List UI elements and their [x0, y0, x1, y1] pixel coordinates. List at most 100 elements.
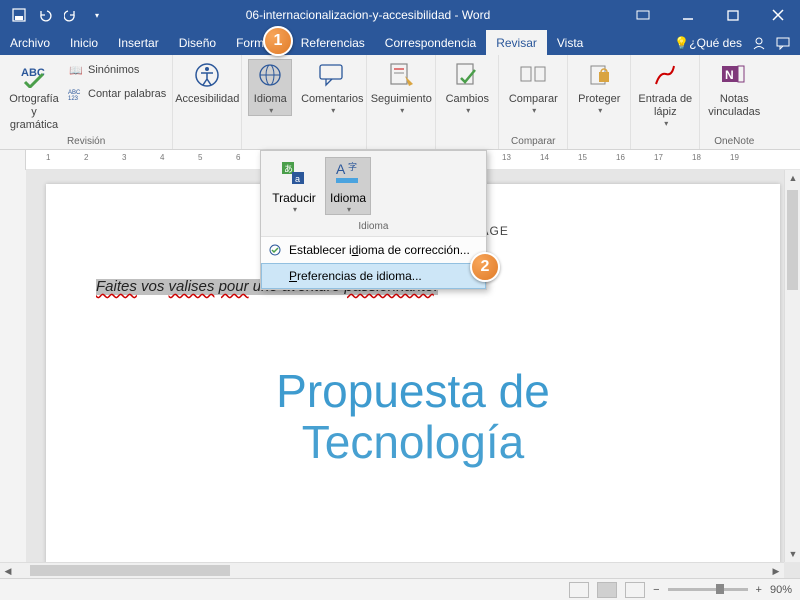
tab-referencias[interactable]: Referencias — [291, 30, 375, 55]
comments-pane-icon[interactable] — [776, 36, 790, 50]
callout-2: 2 — [470, 252, 500, 282]
view-web-icon[interactable] — [625, 582, 645, 598]
tab-diseno[interactable]: Diseño — [169, 30, 226, 55]
group-tracking: Seguimiento — [367, 55, 436, 149]
status-bar: − + 90% — [0, 578, 800, 600]
ribbon-tabs: Archivo Inicio Insertar Diseño Formato R… — [0, 30, 800, 55]
lock-icon — [583, 59, 615, 91]
group-changes: Cambios — [436, 55, 499, 149]
popup-group-label: Idioma — [261, 221, 486, 236]
onenote-icon: N — [718, 59, 750, 91]
group-revision-label: Revisión — [67, 134, 105, 147]
svg-text:字: 字 — [348, 161, 357, 172]
proofing-icon — [267, 242, 283, 258]
zoom-in-icon[interactable]: + — [756, 584, 762, 596]
language-dropdown: あa Traducir A字 Idioma Idioma Establecer … — [260, 150, 487, 290]
close-icon[interactable] — [755, 0, 800, 30]
wordcount-icon: ABC123 — [68, 86, 84, 102]
onenote-button[interactable]: N Notas vinculadas — [706, 59, 762, 119]
view-read-icon[interactable] — [569, 582, 589, 598]
ruler-tick: 6 — [236, 153, 240, 162]
tab-archivo[interactable]: Archivo — [0, 30, 60, 55]
tab-revisar[interactable]: Revisar — [486, 30, 547, 55]
vertical-scrollbar[interactable]: ▲ ▼ — [784, 170, 800, 562]
tracking-button[interactable]: Seguimiento — [373, 59, 429, 116]
compare-icon — [517, 59, 549, 91]
share-icon[interactable] — [752, 36, 766, 50]
save-icon[interactable] — [10, 6, 28, 24]
ruler-tick: 1 — [46, 153, 50, 162]
title-bar: ▾ 06-internacionalizacion-y-accesibilida… — [0, 0, 800, 30]
group-compare-label: Comparar — [511, 134, 555, 147]
translate-button[interactable]: あa Traducir — [269, 157, 319, 215]
ruler-tick: 5 — [198, 153, 202, 162]
zoom-out-icon[interactable]: − — [653, 584, 659, 596]
undo-icon[interactable] — [36, 6, 54, 24]
tracking-label: Seguimiento — [371, 93, 432, 106]
group-comments: Comentarios — [298, 55, 367, 149]
redo-icon[interactable] — [62, 6, 80, 24]
horizontal-scrollbar[interactable]: ◀ ▶ — [0, 562, 784, 578]
svg-text:a: a — [295, 174, 300, 184]
scroll-right-icon[interactable]: ▶ — [768, 563, 784, 579]
tell-me[interactable]: 💡 ¿Qué des — [674, 36, 742, 50]
group-revision: ABC Ortografía y gramática 📖Sinónimos AB… — [0, 55, 173, 149]
window-title: 06-internacionalizacion-y-accesibilidad … — [116, 8, 620, 22]
ruler-tick: 14 — [540, 153, 549, 162]
thesaurus-icon: 📖 — [68, 62, 84, 78]
ruler-tick: 13 — [502, 153, 511, 162]
wordcount-button[interactable]: ABC123Contar palabras — [68, 83, 166, 105]
ink-label: Entrada de lápiz — [637, 93, 693, 119]
accessibility-label: Accesibilidad — [175, 93, 239, 106]
language-button[interactable]: Idioma — [248, 59, 292, 116]
view-print-icon[interactable] — [597, 582, 617, 598]
svg-text:A: A — [336, 161, 346, 177]
minimize-icon[interactable] — [665, 0, 710, 30]
ruler-tick: 19 — [730, 153, 739, 162]
scroll-left-icon[interactable]: ◀ — [0, 563, 16, 579]
compare-button[interactable]: Comparar — [505, 59, 561, 116]
language-submenu-button[interactable]: A字 Idioma — [325, 157, 371, 215]
translate-icon: あa — [278, 157, 310, 189]
accessibility-button[interactable]: Accesibilidad — [179, 59, 235, 106]
language-submenu-icon: A字 — [332, 157, 364, 189]
tracking-icon — [385, 59, 417, 91]
synonyms-button[interactable]: 📖Sinónimos — [68, 59, 166, 81]
tab-vista[interactable]: Vista — [547, 30, 593, 55]
scroll-up-icon[interactable]: ▲ — [785, 170, 800, 186]
zoom-slider[interactable] — [668, 588, 748, 591]
group-accessibility: Accesibilidad — [173, 55, 242, 149]
tab-inicio[interactable]: Inicio — [60, 30, 108, 55]
language-label: Idioma — [254, 93, 287, 106]
accessibility-icon — [191, 59, 223, 91]
group-protect: Proteger — [568, 55, 631, 149]
protect-button[interactable]: Proteger — [574, 59, 624, 116]
changes-button[interactable]: Cambios — [442, 59, 492, 116]
ruler-tick: 17 — [654, 153, 663, 162]
ruler-tick: 2 — [84, 153, 88, 162]
spelling-label: Ortografía y gramática — [6, 93, 62, 133]
qat-more-icon[interactable]: ▾ — [88, 6, 106, 24]
ruler-tick: 18 — [692, 153, 701, 162]
scroll-thumb-h[interactable] — [30, 565, 230, 576]
comments-button[interactable]: Comentarios — [304, 59, 360, 116]
spelling-icon: ABC — [18, 59, 50, 91]
compare-label: Comparar — [509, 93, 558, 106]
onenote-label: Notas vinculadas — [706, 93, 762, 119]
tab-insertar[interactable]: Insertar — [108, 30, 169, 55]
ribbon-display-icon[interactable] — [620, 0, 665, 30]
group-onenote: N Notas vinculadas OneNote — [700, 55, 768, 149]
ruler-tick: 16 — [616, 153, 625, 162]
set-proofing-language[interactable]: Establecer idioma de corrección... — [261, 237, 486, 263]
changes-label: Cambios — [446, 93, 489, 106]
translate-label: Traducir — [272, 191, 316, 205]
maximize-icon[interactable] — [710, 0, 755, 30]
language-preferences[interactable]: Preferencias de idioma... — [261, 263, 486, 289]
scroll-thumb-v[interactable] — [787, 190, 798, 290]
spelling-button[interactable]: ABC Ortografía y gramática — [6, 59, 62, 133]
ink-button[interactable]: Entrada de lápiz — [637, 59, 693, 129]
group-language: Idioma — [242, 55, 298, 149]
tab-correspondencia[interactable]: Correspondencia — [375, 30, 486, 55]
scroll-down-icon[interactable]: ▼ — [785, 546, 800, 562]
zoom-level[interactable]: 90% — [770, 584, 792, 596]
